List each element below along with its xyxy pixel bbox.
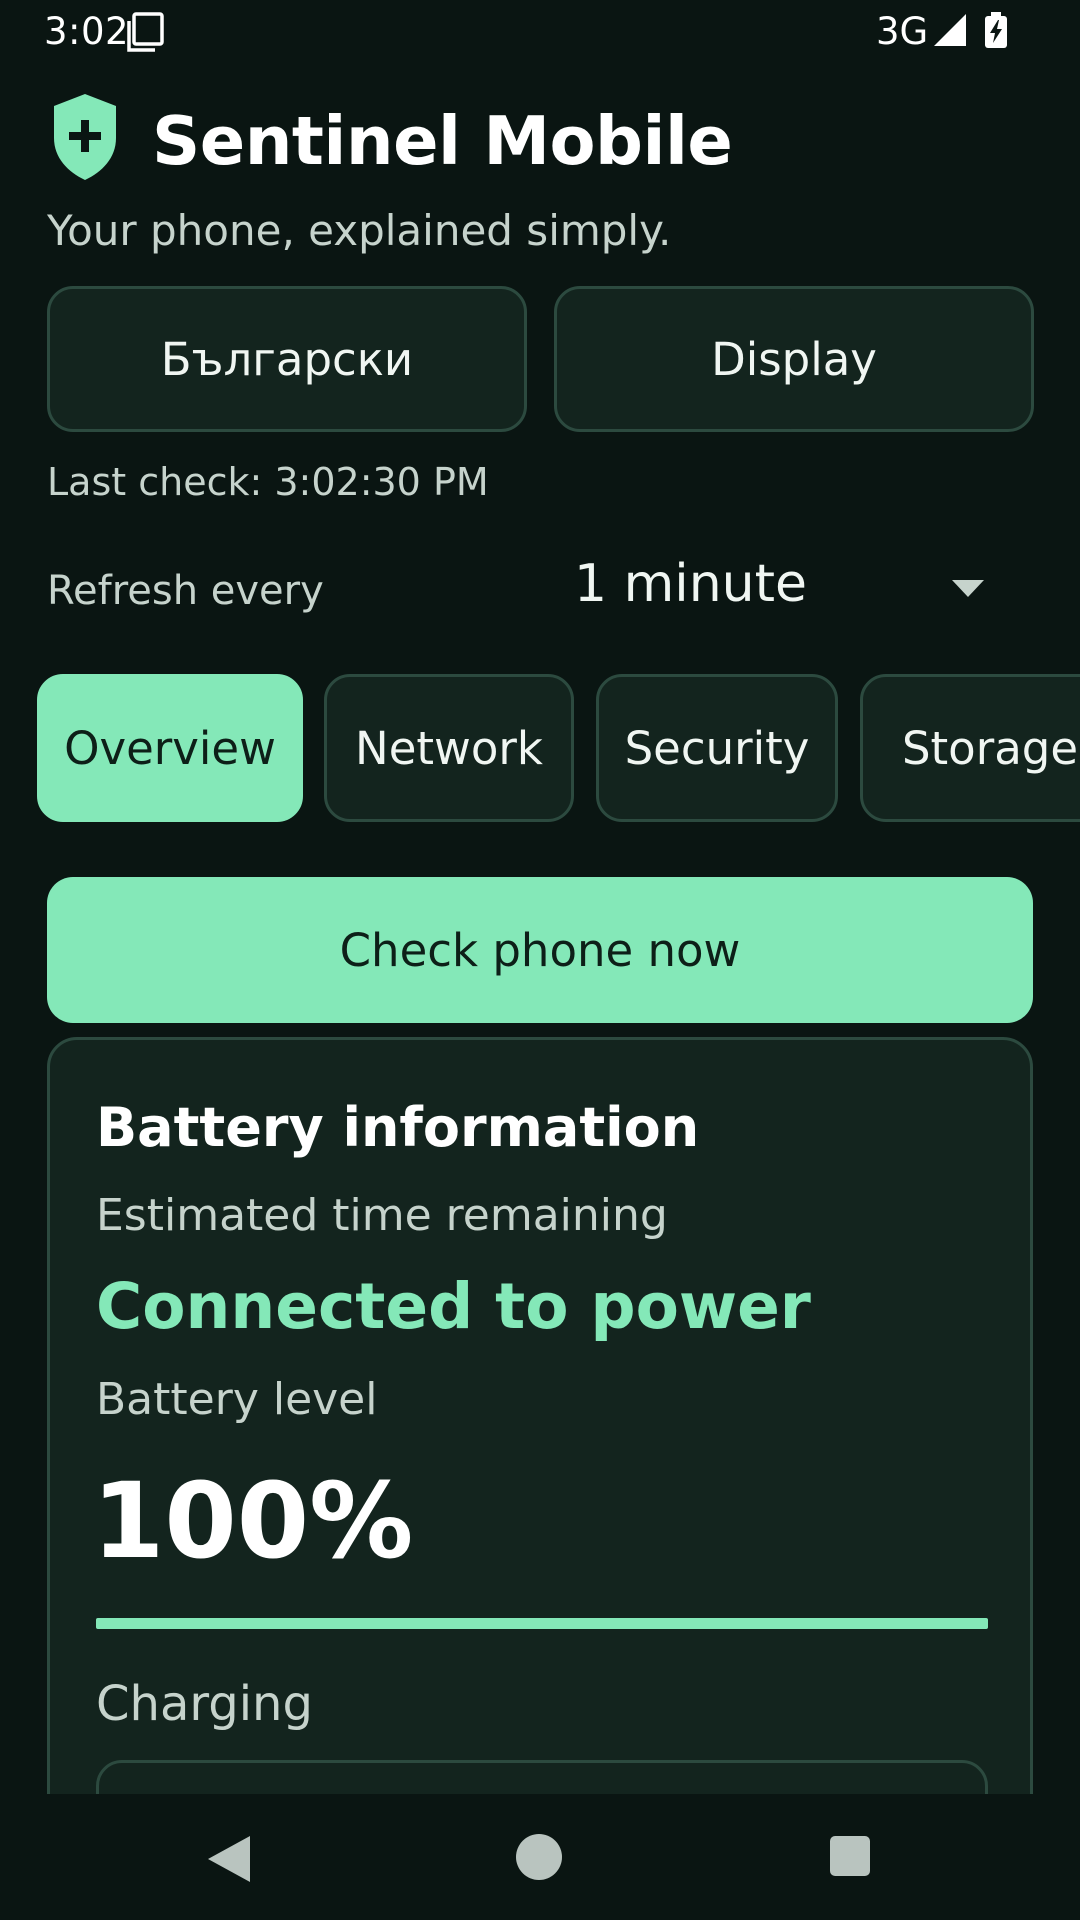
app-title: Sentinel Mobile [152,102,733,180]
refresh-interval-dropdown[interactable]: 1 minute [556,538,1016,638]
signal-icon [934,14,966,46]
battery-charging-icon [985,12,1007,48]
sim-card-icon [127,12,164,52]
estimated-time-label: Estimated time remaining [96,1190,668,1241]
charging-label: Charging [96,1676,313,1732]
screen: 3:02 3G Sentinel Mobile Your phone, expl… [0,0,1080,1920]
tab-network[interactable]: Network [324,674,574,822]
tab-overview[interactable]: Overview [37,674,303,822]
battery-level-value: 100% [92,1460,414,1582]
refresh-interval-value: 1 minute [574,554,808,614]
network-type: 3G [876,10,929,53]
status-bar: 3:02 3G [0,0,1080,64]
battery-progress-fill [96,1618,988,1629]
refresh-label: Refresh every [47,568,324,614]
check-phone-button[interactable]: Check phone now [47,877,1033,1023]
battery-level-label: Battery level [96,1374,378,1425]
battery-card: Battery information Estimated time remai… [47,1037,1033,1920]
card-title: Battery information [96,1096,700,1159]
last-check-text: Last check: 3:02:30 PM [47,460,489,504]
tab-storage[interactable]: Storage [860,674,1080,822]
tab-security[interactable]: Security [596,674,838,822]
tagline: Your phone, explained simply. [47,206,672,255]
navigation-bar [0,1794,1080,1920]
display-button[interactable]: Display [554,286,1034,432]
chevron-down-icon [952,580,984,597]
back-triangle-icon[interactable] [206,1834,252,1884]
home-circle-icon[interactable] [516,1834,562,1880]
battery-progress-bar [96,1618,988,1629]
app-header: Sentinel Mobile [52,92,1012,184]
shield-plus-icon [54,94,116,180]
status-time: 3:02 [44,10,130,53]
power-status: Connected to power [96,1270,811,1343]
language-button[interactable]: Български [47,286,527,432]
recents-square-icon[interactable] [830,1836,870,1876]
